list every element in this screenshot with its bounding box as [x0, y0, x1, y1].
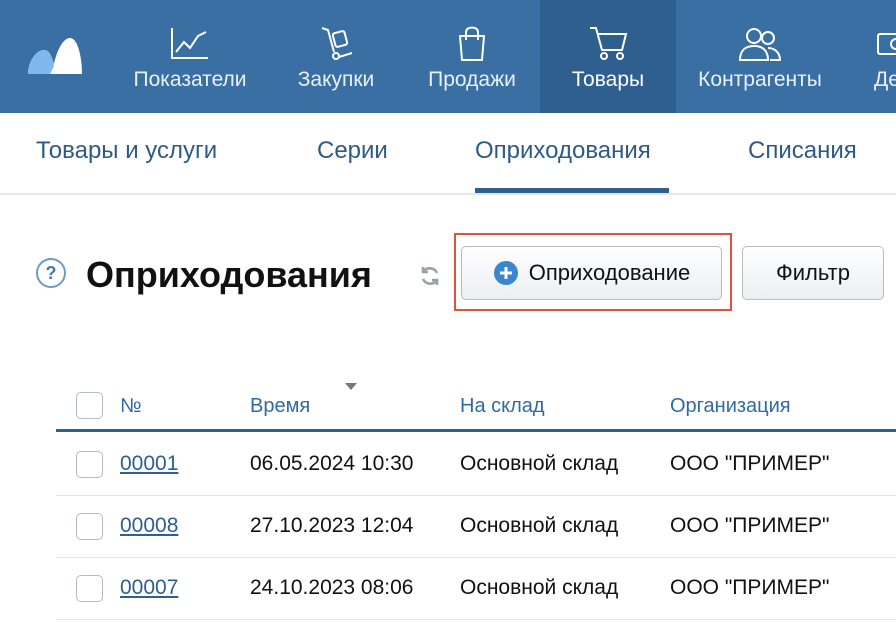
chart-icon	[171, 28, 208, 59]
row-checkbox[interactable]	[76, 451, 103, 478]
table-row: 00008 27.10.2023 12:04 Основной склад ОО…	[56, 496, 896, 558]
money-icon	[877, 33, 896, 55]
sub-nav: Товары и услуги Серии Оприходования Спис…	[0, 113, 896, 195]
active-tab-indicator	[475, 188, 669, 193]
users-icon	[738, 28, 782, 61]
time-cell: 24.10.2023 08:06	[250, 576, 414, 599]
table-header: № Время На склад Организация	[56, 380, 896, 432]
nav-item-sales[interactable]: Продажи	[412, 0, 532, 113]
tab-receipts[interactable]: Оприходования	[475, 137, 651, 165]
column-header-number[interactable]: №	[120, 395, 141, 418]
time-cell: 27.10.2023 12:04	[250, 514, 414, 537]
nav-item-money[interactable]: Де	[856, 0, 896, 113]
nav-item-counterparties[interactable]: Контрагенты	[684, 0, 836, 113]
select-all-checkbox[interactable]	[76, 392, 103, 419]
document-number-link[interactable]: 00008	[120, 514, 178, 538]
document-number-link[interactable]: 00001	[120, 452, 178, 476]
organization-cell: ООО "ПРИМЕР"	[670, 452, 830, 475]
nav-item-label: Продажи	[428, 68, 516, 91]
row-checkbox[interactable]	[76, 513, 103, 540]
column-header-organization[interactable]: Организация	[670, 395, 791, 418]
help-icon[interactable]: ?	[36, 258, 66, 288]
sort-desc-icon	[345, 383, 357, 390]
filter-label: Фильтр	[776, 260, 850, 285]
nav-item-indicators[interactable]: Показатели	[120, 0, 260, 113]
warehouse-cell: Основной склад	[460, 452, 619, 475]
refresh-icon[interactable]	[418, 264, 442, 288]
nav-item-label: Де	[874, 68, 896, 91]
warehouse-cell: Основной склад	[460, 514, 619, 537]
table-row: 00007 24.10.2023 08:06 Основной склад ОО…	[56, 558, 896, 620]
hand-truck-icon	[321, 27, 353, 60]
document-number-link[interactable]: 00007	[120, 576, 178, 600]
row-checkbox[interactable]	[76, 575, 103, 602]
shopping-bag-icon	[458, 26, 486, 61]
time-cell: 06.05.2024 10:30	[250, 452, 414, 475]
page-title: Оприходования	[86, 254, 372, 295]
top-nav: Показатели Закупки Продажи Товары Контра…	[0, 0, 896, 113]
add-receipt-button[interactable]: Оприходование	[461, 246, 722, 300]
nav-item-label: Показатели	[133, 68, 247, 91]
plus-circle-icon	[493, 261, 518, 285]
nav-item-goods[interactable]: Товары	[540, 0, 676, 113]
nav-item-purchases[interactable]: Закупки	[280, 0, 392, 113]
nav-item-label: Товары	[571, 68, 645, 91]
organization-cell: ООО "ПРИМЕР"	[670, 514, 830, 537]
logo-icon[interactable]	[26, 34, 82, 76]
nav-item-label: Контрагенты	[698, 68, 822, 91]
cart-icon	[590, 27, 628, 60]
tab-write-offs[interactable]: Списания	[748, 137, 857, 165]
add-receipt-label: Оприходование	[528, 260, 691, 285]
column-header-time[interactable]: Время	[250, 395, 310, 418]
tab-series[interactable]: Серии	[317, 137, 388, 165]
tab-goods-and-services[interactable]: Товары и услуги	[36, 137, 217, 165]
table-row: 00001 06.05.2024 10:30 Основной склад ОО…	[56, 434, 896, 496]
organization-cell: ООО "ПРИМЕР"	[670, 576, 830, 599]
warehouse-cell: Основной склад	[460, 576, 619, 599]
nav-item-label: Закупки	[297, 68, 375, 91]
filter-button[interactable]: Фильтр	[742, 246, 884, 300]
column-header-warehouse[interactable]: На склад	[460, 395, 545, 418]
